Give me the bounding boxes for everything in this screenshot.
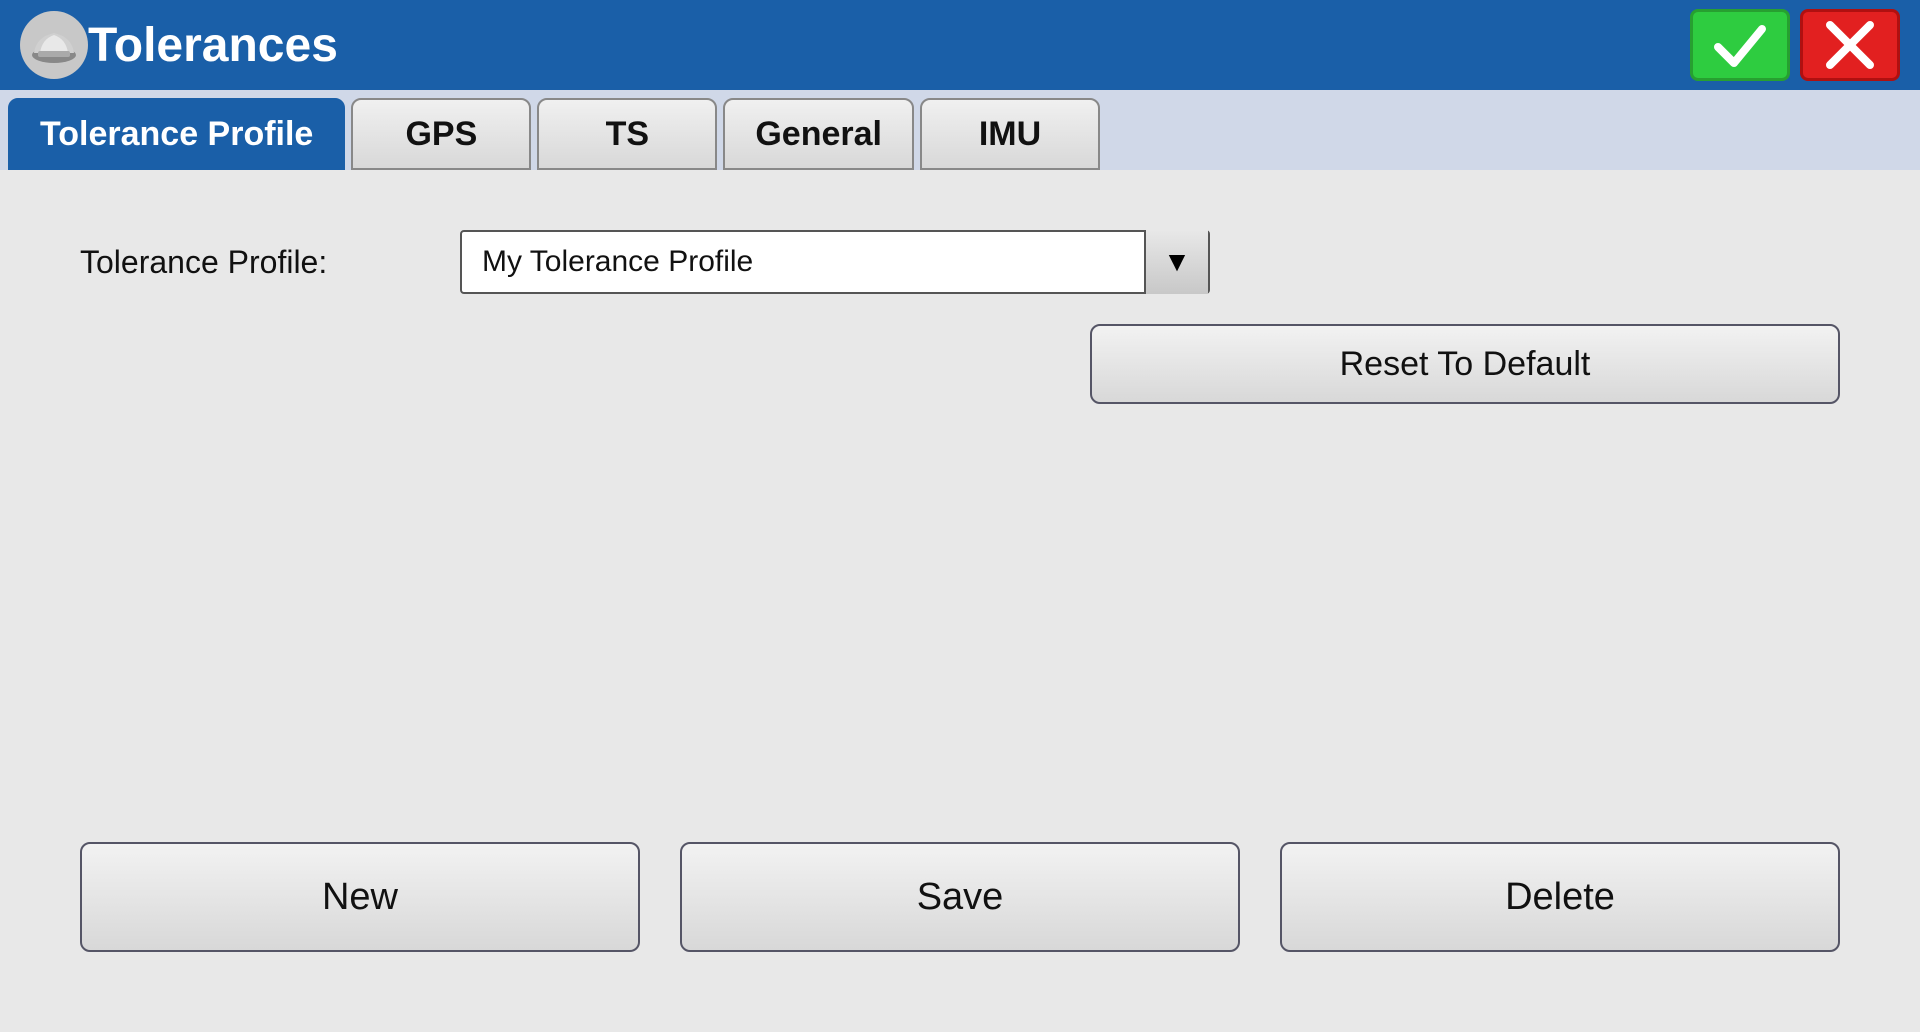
tab-imu[interactable]: IMU xyxy=(920,98,1100,170)
reset-to-default-button[interactable]: Reset To Default xyxy=(1090,324,1840,404)
profile-label: Tolerance Profile: xyxy=(80,244,420,281)
form-section: Tolerance Profile: My Tolerance Profile … xyxy=(80,230,1840,404)
dropdown-arrow-icon[interactable]: ▼ xyxy=(1144,230,1208,294)
save-button[interactable]: Save xyxy=(680,842,1240,952)
app-logo xyxy=(20,11,88,79)
tab-bar: Tolerance Profile GPS TS General IMU xyxy=(0,90,1920,170)
accept-button[interactable] xyxy=(1690,9,1790,81)
main-content: Tolerance Profile: My Tolerance Profile … xyxy=(0,170,1920,1032)
tolerance-profile-dropdown[interactable]: My Tolerance Profile ▼ xyxy=(460,230,1210,294)
app-title: Tolerances xyxy=(88,18,1690,73)
new-button[interactable]: New xyxy=(80,842,640,952)
title-bar-buttons xyxy=(1690,9,1900,81)
profile-row: Tolerance Profile: My Tolerance Profile … xyxy=(80,230,1840,294)
tab-gps[interactable]: GPS xyxy=(351,98,531,170)
tab-tolerance-profile[interactable]: Tolerance Profile xyxy=(8,98,345,170)
delete-button[interactable]: Delete xyxy=(1280,842,1840,952)
dropdown-selected-value: My Tolerance Profile xyxy=(462,245,1144,279)
tab-general[interactable]: General xyxy=(723,98,914,170)
cancel-button[interactable] xyxy=(1800,9,1900,81)
reset-row: Reset To Default xyxy=(80,324,1840,404)
tab-ts[interactable]: TS xyxy=(537,98,717,170)
bottom-buttons: New Save Delete xyxy=(80,842,1840,952)
title-bar: Tolerances xyxy=(0,0,1920,90)
